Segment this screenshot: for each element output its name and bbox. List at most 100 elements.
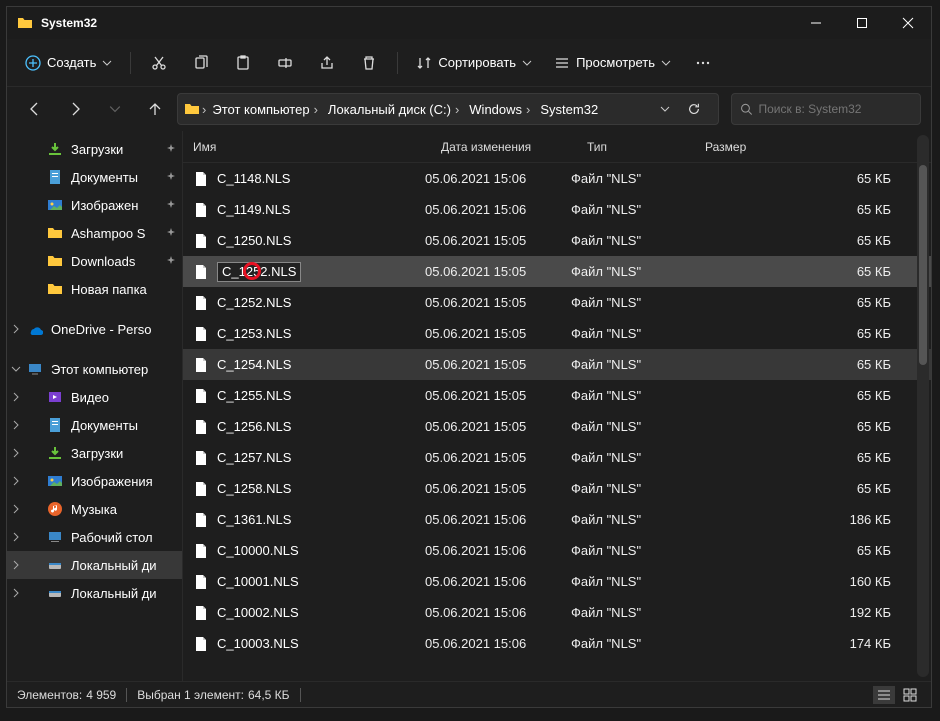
search-input[interactable] xyxy=(759,102,913,116)
sort-button[interactable]: Сортировать xyxy=(408,46,540,80)
file-size: 65 КБ xyxy=(689,543,931,558)
share-button[interactable] xyxy=(309,46,345,80)
file-type: Файл "NLS" xyxy=(571,233,689,248)
create-button[interactable]: Создать xyxy=(17,46,120,80)
search-box[interactable] xyxy=(731,93,921,125)
file-row[interactable]: C_1149.NLS05.06.2021 15:06Файл "NLS"65 К… xyxy=(183,194,931,225)
file-type: Файл "NLS" xyxy=(571,295,689,310)
rename-input[interactable]: C_1252.NLS xyxy=(217,262,301,282)
crumb[interactable]: System32 xyxy=(536,102,602,117)
file-size: 65 КБ xyxy=(689,357,931,372)
sidebar-thispc-item[interactable]: Документы xyxy=(7,411,182,439)
view-button[interactable]: Просмотреть xyxy=(546,46,679,80)
file-type: Файл "NLS" xyxy=(571,202,689,217)
paste-button[interactable] xyxy=(225,46,261,80)
refresh-button[interactable] xyxy=(676,93,712,125)
breadcrumbs[interactable]: › Этот компьютер› Локальный диск (C:)› W… xyxy=(177,93,719,125)
file-row[interactable]: C_1252.NLS05.06.2021 15:05Файл "NLS"65 К… xyxy=(183,256,931,287)
sidebar-quick-item[interactable]: Загрузки xyxy=(7,135,182,163)
recent-button[interactable] xyxy=(97,93,133,125)
crumb[interactable]: Локальный диск (C:)› xyxy=(324,102,463,117)
copy-button[interactable] xyxy=(183,46,219,80)
sidebar-thispc-item[interactable]: Локальный ди xyxy=(7,579,182,607)
chevron-down-icon[interactable] xyxy=(660,104,670,114)
file-type: Файл "NLS" xyxy=(571,605,689,620)
selected-size: 64,5 КБ xyxy=(248,688,290,702)
view-icons-button[interactable] xyxy=(899,686,921,704)
col-date[interactable]: Дата изменения xyxy=(441,140,587,154)
divider xyxy=(397,52,398,74)
crumb[interactable]: Этот компьютер› xyxy=(208,102,322,117)
minimize-button[interactable] xyxy=(793,7,839,39)
view-details-button[interactable] xyxy=(873,686,895,704)
copy-icon xyxy=(193,55,209,71)
file-row[interactable]: C_10000.NLS05.06.2021 15:06Файл "NLS"65 … xyxy=(183,535,931,566)
sidebar-thispc-item[interactable]: Музыка xyxy=(7,495,182,523)
scrollbar-thumb[interactable] xyxy=(919,165,927,365)
sidebar-thispc-item[interactable]: Видео xyxy=(7,383,182,411)
crumb[interactable]: Windows› xyxy=(465,102,534,117)
file-row[interactable]: C_1258.NLS05.06.2021 15:05Файл "NLS"65 К… xyxy=(183,473,931,504)
sidebar-label: Музыка xyxy=(71,502,117,517)
sidebar-onedrive[interactable]: OneDrive - Perso xyxy=(7,315,182,343)
sidebar-quick-item[interactable]: Downloads xyxy=(7,247,182,275)
file-row[interactable]: C_1257.NLS05.06.2021 15:05Файл "NLS"65 К… xyxy=(183,442,931,473)
file-name: C_1252.NLS xyxy=(217,295,291,310)
scrollbar[interactable] xyxy=(917,135,929,677)
create-label: Создать xyxy=(47,55,96,70)
file-row[interactable]: C_1250.NLS05.06.2021 15:05Файл "NLS"65 К… xyxy=(183,225,931,256)
file-row[interactable]: C_1148.NLS05.06.2021 15:06Файл "NLS"65 К… xyxy=(183,163,931,194)
file-date: 05.06.2021 15:05 xyxy=(425,295,571,310)
file-size: 65 КБ xyxy=(689,295,931,310)
sidebar-quick-item[interactable]: Изображен xyxy=(7,191,182,219)
file-date: 05.06.2021 15:06 xyxy=(425,543,571,558)
sidebar-quick-item[interactable]: Ashampoo S xyxy=(7,219,182,247)
file-type: Файл "NLS" xyxy=(571,481,689,496)
sort-icon xyxy=(416,55,432,71)
sidebar-thispc-item[interactable]: Изображения xyxy=(7,467,182,495)
file-size: 160 КБ xyxy=(689,574,931,589)
sidebar-label: Видео xyxy=(71,390,109,405)
item-count: 4 959 xyxy=(86,688,116,702)
up-button[interactable] xyxy=(137,93,173,125)
col-size[interactable]: Размер xyxy=(705,140,931,154)
file-row[interactable]: C_1255.NLS05.06.2021 15:05Файл "NLS"65 К… xyxy=(183,380,931,411)
file-type: Файл "NLS" xyxy=(571,636,689,651)
cut-button[interactable] xyxy=(141,46,177,80)
file-row[interactable]: C_1252.NLS 05.06.2021 15:05Файл "NLS"65 К… xyxy=(183,287,931,318)
file-row[interactable]: C_1361.NLS05.06.2021 15:06Файл "NLS"186 … xyxy=(183,504,931,535)
file-row[interactable]: C_10002.NLS05.06.2021 15:06Файл "NLS"192… xyxy=(183,597,931,628)
file-row[interactable]: C_10001.NLS05.06.2021 15:06Файл "NLS"160… xyxy=(183,566,931,597)
plus-circle-icon xyxy=(25,55,41,71)
maximize-button[interactable] xyxy=(839,7,885,39)
sidebar-thispc[interactable]: Этот компьютер xyxy=(7,355,182,383)
chevron-down-icon xyxy=(661,58,671,68)
back-button[interactable] xyxy=(17,93,53,125)
rename-button[interactable] xyxy=(267,46,303,80)
file-type: Файл "NLS" xyxy=(571,388,689,403)
sidebar-thispc-item[interactable]: Загрузки xyxy=(7,439,182,467)
file-row[interactable]: C_1254.NLS05.06.2021 15:05Файл "NLS"65 К… xyxy=(183,349,931,380)
col-name[interactable]: Имя xyxy=(193,140,441,154)
file-size: 65 КБ xyxy=(689,171,931,186)
file-row[interactable]: C_10003.NLS05.06.2021 15:06Файл "NLS"174… xyxy=(183,628,931,659)
sidebar-thispc-item[interactable]: Рабочий стол xyxy=(7,523,182,551)
file-size: 65 КБ xyxy=(689,264,931,279)
file-date: 05.06.2021 15:05 xyxy=(425,481,571,496)
sidebar-thispc-item[interactable]: Локальный ди xyxy=(7,551,182,579)
delete-button[interactable] xyxy=(351,46,387,80)
file-type: Файл "NLS" xyxy=(571,419,689,434)
file-row[interactable]: C_1256.NLS05.06.2021 15:05Файл "NLS"65 К… xyxy=(183,411,931,442)
chevron-down-icon xyxy=(522,58,532,68)
forward-button[interactable] xyxy=(57,93,93,125)
sidebar-label: Downloads xyxy=(71,254,135,269)
col-type[interactable]: Тип xyxy=(587,140,705,154)
file-name: C_10000.NLS xyxy=(217,543,299,558)
view-icon xyxy=(554,55,570,71)
more-button[interactable] xyxy=(685,46,721,80)
file-row[interactable]: C_1253.NLS05.06.2021 15:05Файл "NLS"65 К… xyxy=(183,318,931,349)
explorer-window: System32 Создать Сортировать Просмотреть xyxy=(6,6,932,708)
sidebar-quick-item[interactable]: Документы xyxy=(7,163,182,191)
close-button[interactable] xyxy=(885,7,931,39)
sidebar-quick-item[interactable]: Новая папка xyxy=(7,275,182,303)
